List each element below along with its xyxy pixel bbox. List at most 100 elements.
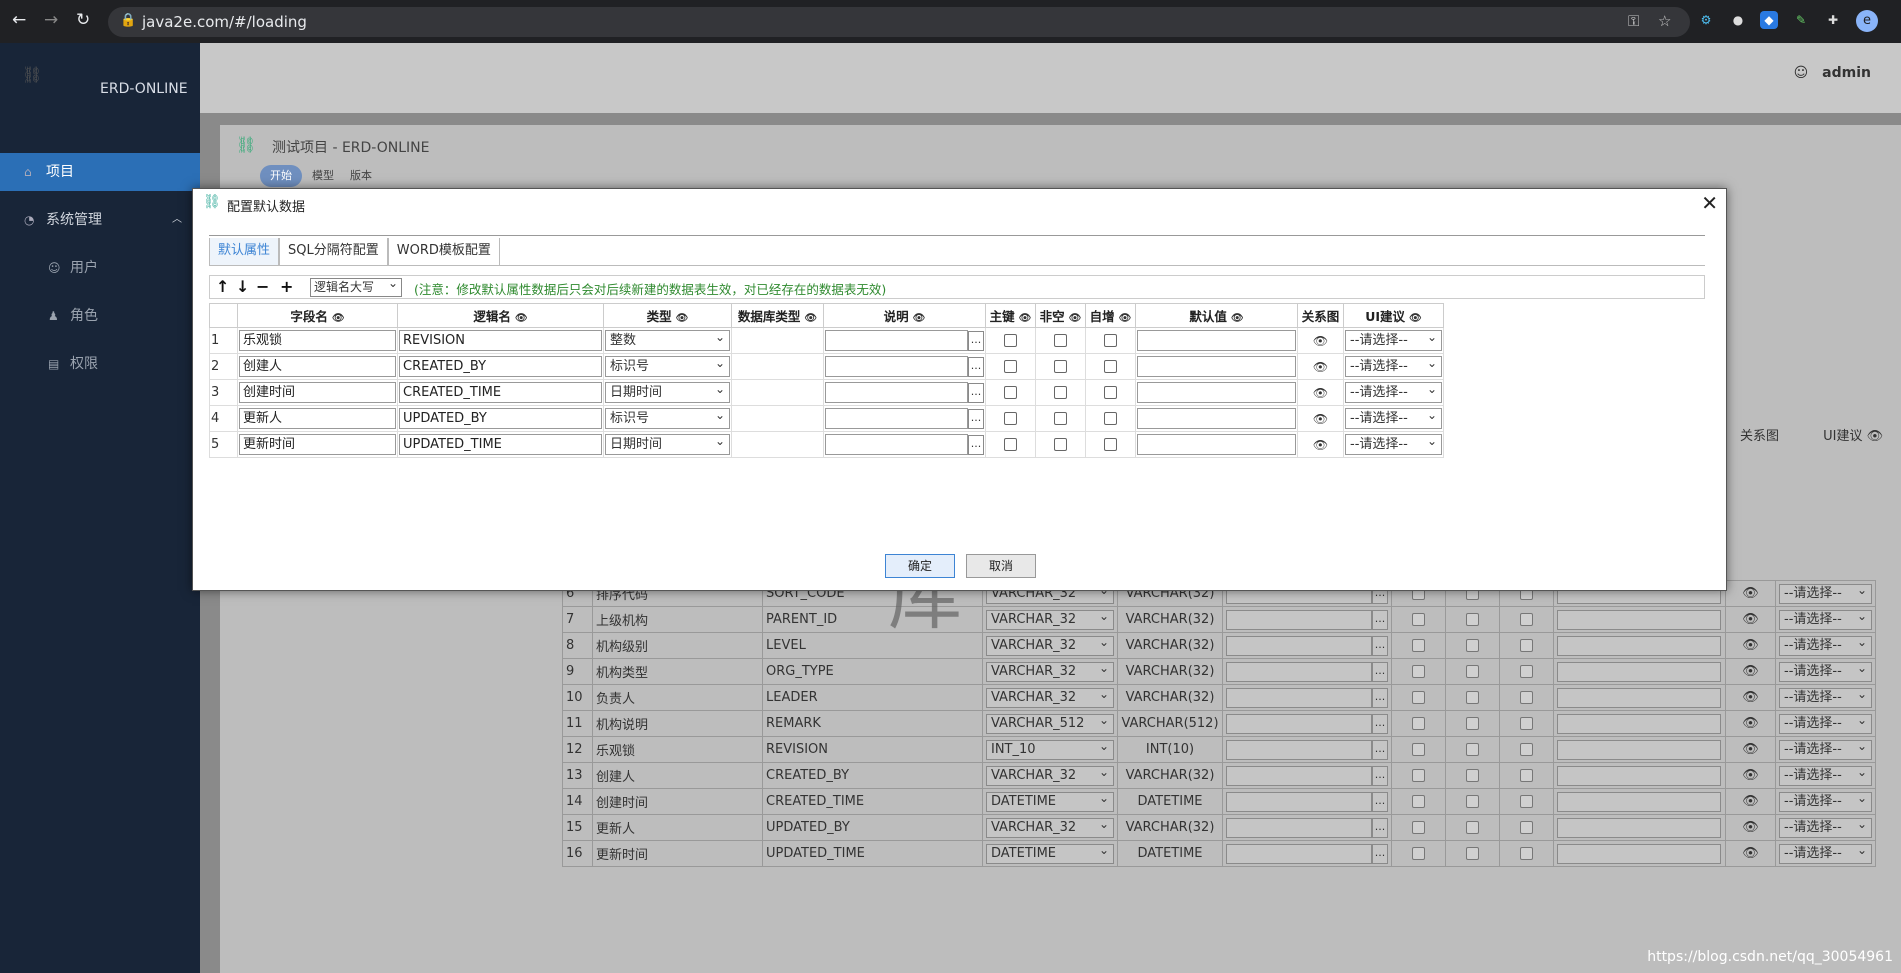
default-value-input[interactable] [1557, 609, 1721, 630]
primary-key-checkbox[interactable] [1004, 438, 1017, 451]
move-down-icon[interactable]: ↓ [236, 277, 249, 296]
eye-icon[interactable]: 👁 [1231, 313, 1244, 324]
primary-key-checkbox[interactable] [1412, 665, 1425, 678]
primary-key-checkbox[interactable] [1412, 821, 1425, 834]
primary-key-checkbox[interactable] [1412, 795, 1425, 808]
description-input[interactable] [1226, 765, 1372, 786]
ok-button[interactable]: 确定 [885, 554, 955, 578]
eye-icon[interactable]: 👁 [1299, 438, 1342, 452]
eye-icon[interactable]: 👁 [804, 313, 817, 324]
description-input[interactable] [1226, 609, 1372, 630]
primary-key-checkbox[interactable] [1412, 613, 1425, 626]
primary-key-checkbox[interactable] [1004, 360, 1017, 373]
more-button[interactable]: ... [968, 434, 984, 455]
field-name-input[interactable]: 更新人 [239, 408, 396, 429]
primary-key-checkbox[interactable] [1412, 847, 1425, 860]
default-value-input[interactable] [1137, 408, 1296, 429]
auto-increment-checkbox[interactable] [1104, 386, 1117, 399]
primary-key-checkbox[interactable] [1004, 386, 1017, 399]
tab-word-template[interactable]: WORD模板配置 [387, 238, 500, 266]
not-null-checkbox[interactable] [1054, 360, 1067, 373]
auto-increment-checkbox[interactable] [1520, 795, 1533, 808]
description-input[interactable] [1226, 713, 1372, 734]
extension-icon[interactable]: ⚙ [1697, 11, 1715, 29]
star-icon[interactable]: ☆ [1658, 12, 1671, 30]
sidebar-item-permissions[interactable]: ▤ 权限 [0, 345, 200, 383]
not-null-checkbox[interactable] [1466, 665, 1479, 678]
eye-icon[interactable]: 👁 [1299, 360, 1342, 374]
ui-suggest-select[interactable]: --请选择-- [1345, 432, 1442, 455]
description-input[interactable] [825, 408, 968, 429]
default-value-input[interactable] [1137, 382, 1296, 403]
not-null-checkbox[interactable] [1466, 795, 1479, 808]
close-icon[interactable]: ✕ [1701, 191, 1718, 215]
auto-increment-checkbox[interactable] [1104, 360, 1117, 373]
not-null-checkbox[interactable] [1466, 847, 1479, 860]
sidebar-item-users[interactable]: ☺ 用户 [0, 249, 200, 287]
type-select[interactable]: VARCHAR_32 [986, 659, 1114, 682]
eye-icon[interactable]: 👁 [515, 313, 528, 324]
type-select[interactable]: VARCHAR_32 [986, 763, 1114, 786]
not-null-checkbox[interactable] [1054, 386, 1067, 399]
more-button[interactable]: ... [1372, 843, 1388, 864]
key-icon[interactable]: ⚿ [1628, 12, 1639, 30]
primary-key-checkbox[interactable] [1412, 639, 1425, 652]
sidebar-item-system[interactable]: ◔ 系统管理 ︿ [0, 201, 200, 239]
primary-key-checkbox[interactable] [1412, 691, 1425, 704]
address-bar[interactable]: 🔒 java2e.com/#/loading ⚿ ☆ [108, 7, 1690, 37]
field-name-input[interactable]: 乐观锁 [239, 330, 396, 351]
ui-suggest-select[interactable]: --请选择-- [1345, 354, 1442, 377]
description-input[interactable] [1226, 817, 1372, 838]
eye-icon[interactable]: 👁 [1742, 664, 1759, 679]
default-value-input[interactable] [1137, 330, 1296, 351]
type-select[interactable]: VARCHAR_32 [986, 633, 1114, 656]
type-select[interactable]: 日期时间 [605, 380, 730, 403]
ui-suggest-select[interactable]: --请选择-- [1779, 789, 1872, 812]
default-value-input[interactable] [1137, 356, 1296, 377]
auto-increment-checkbox[interactable] [1520, 691, 1533, 704]
reload-icon[interactable]: ↻ [76, 10, 90, 30]
eye-icon[interactable]: 👁 [1119, 313, 1132, 324]
more-button[interactable]: ... [1372, 661, 1388, 682]
logical-name-input[interactable]: UPDATED_BY [399, 408, 602, 429]
description-input[interactable] [1226, 687, 1372, 708]
more-button[interactable]: ... [968, 382, 984, 403]
default-value-input[interactable] [1557, 739, 1721, 760]
eye-icon[interactable]: 👁 [676, 313, 689, 324]
type-select[interactable]: VARCHAR_32 [986, 685, 1114, 708]
sidebar-item-projects[interactable]: ⌂ 项目 [0, 153, 200, 191]
description-input[interactable] [1226, 635, 1372, 656]
type-select[interactable]: VARCHAR_32 [986, 815, 1114, 838]
sidebar-item-roles[interactable]: ♟ 角色 [0, 297, 200, 335]
description-input[interactable] [1226, 661, 1372, 682]
default-value-input[interactable] [1557, 843, 1721, 864]
description-input[interactable] [825, 356, 968, 377]
not-null-checkbox[interactable] [1054, 438, 1067, 451]
extension-icon[interactable]: ✎ [1792, 11, 1810, 29]
more-button[interactable]: ... [1372, 817, 1388, 838]
more-button[interactable]: ... [968, 330, 984, 351]
not-null-checkbox[interactable] [1466, 821, 1479, 834]
name-case-select[interactable]: 逻辑名大写 [310, 275, 402, 297]
eye-icon[interactable]: 👁 [913, 313, 926, 324]
default-value-input[interactable] [1557, 661, 1721, 682]
eye-icon[interactable]: 👁 [1742, 742, 1759, 757]
extension-icon[interactable]: ◆ [1760, 11, 1778, 29]
more-button[interactable]: ... [1372, 713, 1388, 734]
back-icon[interactable]: ← [12, 10, 26, 30]
ui-suggest-select[interactable]: --请选择-- [1779, 815, 1872, 838]
default-value-input[interactable] [1557, 765, 1721, 786]
eye-icon[interactable]: 👁 [332, 313, 345, 324]
ui-suggest-select[interactable]: --请选择-- [1345, 406, 1442, 429]
field-name-input[interactable]: 创建人 [239, 356, 396, 377]
type-select[interactable]: DATETIME [986, 789, 1114, 812]
eye-icon[interactable]: 👁 [1742, 768, 1759, 783]
eye-icon[interactable]: 👁 [1742, 586, 1759, 601]
not-null-checkbox[interactable] [1466, 717, 1479, 730]
primary-key-checkbox[interactable] [1412, 769, 1425, 782]
ui-suggest-select[interactable]: --请选择-- [1779, 841, 1872, 864]
field-name-input[interactable]: 更新时间 [239, 434, 396, 455]
description-input[interactable] [1226, 791, 1372, 812]
description-input[interactable] [825, 382, 968, 403]
description-input[interactable] [825, 434, 968, 455]
